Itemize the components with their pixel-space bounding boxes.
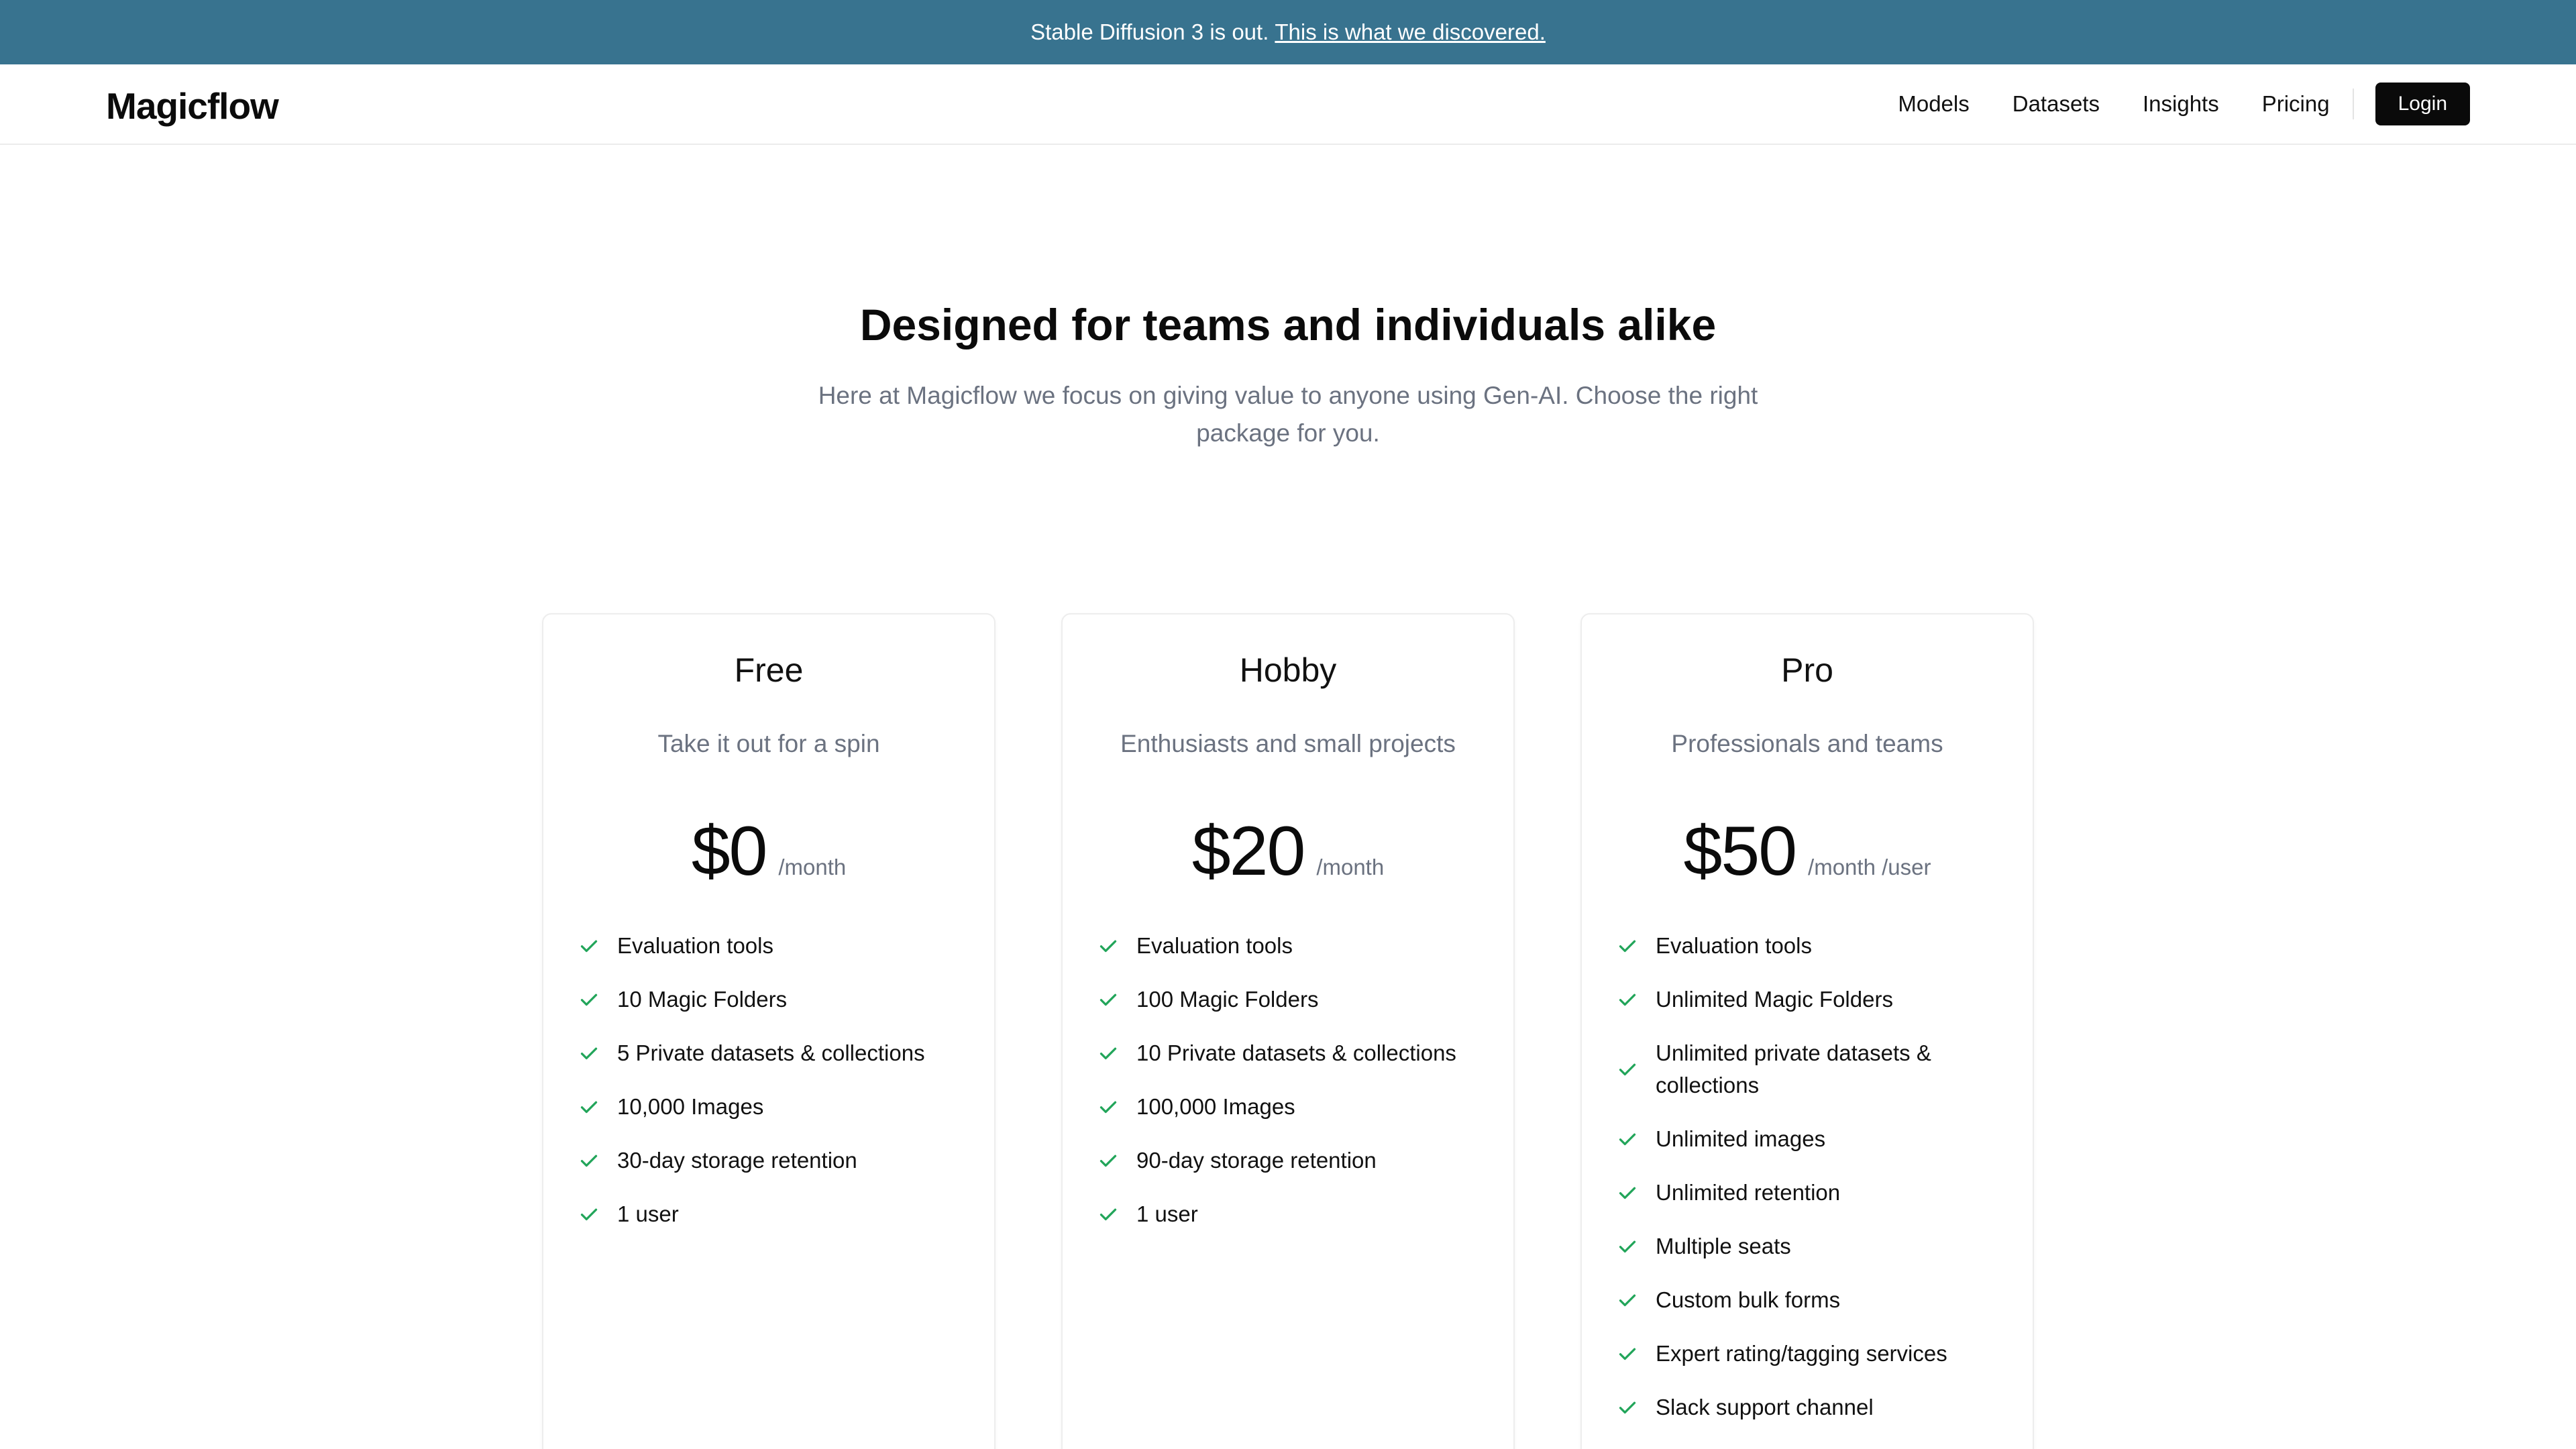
plan-period: /month [1316,855,1385,879]
check-icon [1619,1294,1636,1307]
feature-item: Unlimited retention [1615,1177,2004,1209]
feature-item: Unlimited images [1615,1123,2004,1155]
check-icon [1619,1187,1636,1199]
feature-text: 90-day storage retention [1136,1148,1377,1173]
check-icon [1099,940,1117,953]
plan-period: /month [778,855,847,879]
nav-link-pricing[interactable]: Pricing [2262,91,2330,117]
check-icon [1099,1208,1117,1221]
page-subtitle: Here at Magicflow we focus on giving val… [818,382,1758,447]
price-row: $20 /month [1063,812,1513,892]
page-title: Designed for teams and individuals alike [859,300,1717,350]
plan-name: Hobby [1239,651,1337,689]
feature-item: 90-day storage retention [1096,1144,1485,1177]
feature-text: 10 Magic Folders [617,987,788,1012]
feature-text: 1 user [1136,1201,1198,1226]
plan-price: $0 [691,812,768,890]
feature-item: 1 user [577,1198,966,1230]
check-icon [580,994,598,1006]
check-icon [1099,1155,1117,1167]
feature-item: Multiple seats [1615,1230,2004,1263]
plan-name: Pro [1781,651,1833,689]
check-icon [580,1208,598,1221]
nav-link-models[interactable]: Models [1898,91,1969,117]
feature-text: Evaluation tools [1136,933,1293,958]
plan-name: Free [734,651,804,689]
magicflow-logo[interactable]: Magicflow [106,85,279,127]
price-row: $0 /month [543,812,994,892]
check-icon [580,1047,598,1060]
feature-text: Unlimited Magic Folders [1656,987,1893,1012]
announcement-text: Stable Diffusion 3 is out. [1030,19,1269,44]
price-row: $50 /month /user [1582,812,2033,892]
feature-item: 10,000 Images [577,1091,966,1123]
feature-item: 30-day storage retention [577,1144,966,1177]
nav-link-insights[interactable]: Insights [2143,91,2219,117]
plan-card-hobby: Hobby Enthusiasts and small projects $20… [1061,613,1515,1449]
feature-text: Custom bulk forms [1656,1287,1841,1312]
nav-link-datasets[interactable]: Datasets [2012,91,2100,117]
feature-item: 10 Magic Folders [577,983,966,1016]
check-icon [580,940,598,953]
feature-item: Unlimited private datasets & collections [1615,1037,2004,1102]
announcement-bar: Stable Diffusion 3 is out. This is what … [0,0,2576,64]
feature-text: Multiple seats [1656,1234,1791,1258]
feature-item: Evaluation tools [577,930,966,962]
check-icon [1619,1063,1636,1076]
feature-list: Evaluation tools Unlimited Magic Folders… [1615,930,2004,1445]
plan-card-free: Free Take it out for a spin $0 /month Ev… [542,613,996,1449]
announcement-link[interactable]: This is what we discovered. [1275,19,1546,45]
check-icon [1099,994,1117,1006]
check-icon [1619,994,1636,1006]
check-icon [580,1155,598,1167]
feature-text: Unlimited retention [1656,1180,1841,1205]
plan-period: /month /user [1808,855,1931,879]
feature-item: 1 user [1096,1198,1485,1230]
check-icon [580,1101,598,1114]
feature-item: Slack support channel [1615,1391,2004,1424]
feature-item: 100,000 Images [1096,1091,1485,1123]
feature-text: 1 user [617,1201,679,1226]
plan-tagline: Enthusiasts and small projects [1120,730,1456,757]
check-icon [1619,1240,1636,1253]
feature-text: 100,000 Images [1136,1094,1295,1119]
feature-item: 5 Private datasets & collections [577,1037,966,1069]
login-button[interactable]: Login [2375,83,2470,125]
check-icon [1619,1348,1636,1360]
feature-text: 10,000 Images [617,1094,764,1119]
plan-tagline: Professionals and teams [1671,730,1943,757]
top-navigation: Magicflow Models Datasets Insights Prici… [0,64,2576,145]
check-icon [1099,1101,1117,1114]
nav-divider [2352,89,2354,119]
feature-item: Expert rating/tagging services [1615,1338,2004,1370]
check-icon [1619,1401,1636,1414]
feature-item: Unlimited Magic Folders [1615,983,2004,1016]
feature-item: 100 Magic Folders [1096,983,1485,1016]
plan-card-pro: Pro Professionals and teams $50 /month /… [1580,613,2034,1449]
feature-item: Custom bulk forms [1615,1284,2004,1316]
feature-text: 30-day storage retention [617,1148,857,1173]
feature-text: Unlimited images [1656,1126,1826,1151]
feature-list: Evaluation tools 100 Magic Folders 10 Pr… [1096,930,1485,1252]
nav-links: Models Datasets Insights Pricing Login [1855,64,2470,144]
feature-text: Evaluation tools [617,933,773,958]
plan-price: $50 [1683,812,1798,890]
plan-tagline: Take it out for a spin [657,730,880,757]
feature-text: Expert rating/tagging services [1656,1341,1947,1366]
feature-item: 10 Private datasets & collections [1096,1037,1485,1069]
feature-text: 100 Magic Folders [1136,987,1319,1012]
check-icon [1619,940,1636,953]
feature-text: Unlimited private datasets & collections [1656,1040,1931,1097]
feature-text: 5 Private datasets & collections [617,1040,925,1065]
plan-price: $20 [1191,812,1306,890]
check-icon [1619,1133,1636,1146]
feature-text: 10 Private datasets & collections [1136,1040,1456,1065]
pricing-page: Stable Diffusion 3 is out. This is what … [0,0,2576,1449]
feature-item: Evaluation tools [1096,930,1485,962]
feature-item: Evaluation tools [1615,930,2004,962]
feature-text: Slack support channel [1656,1395,1874,1419]
check-icon [1099,1047,1117,1060]
feature-text: Evaluation tools [1656,933,1812,958]
feature-list: Evaluation tools 10 Magic Folders 5 Priv… [577,930,966,1252]
